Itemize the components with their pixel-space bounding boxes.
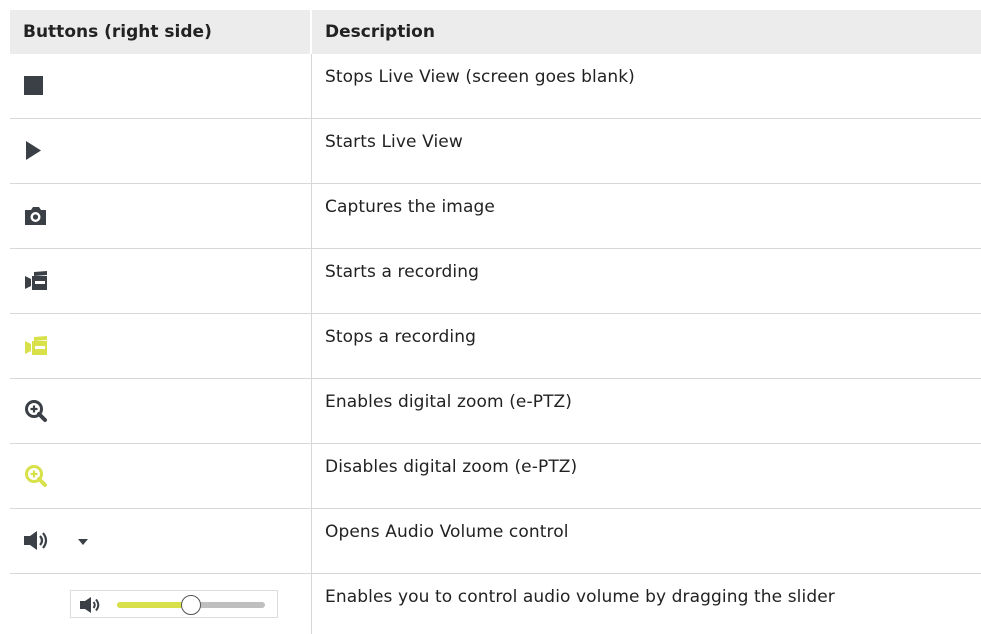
- slider-fill: [117, 602, 191, 608]
- table-row: Stops Live View (screen goes blank): [10, 54, 981, 119]
- row-description: Stops Live View (screen goes blank): [325, 67, 635, 87]
- volume-slider[interactable]: [70, 590, 278, 618]
- slider-knob[interactable]: [181, 595, 201, 615]
- zoom-in-active-icon[interactable]: [23, 463, 49, 489]
- table-row: Enables you to control audio volume by d…: [10, 574, 981, 634]
- table-header: Buttons (right side) Description: [10, 10, 981, 54]
- play-icon[interactable]: [23, 138, 45, 162]
- table-row: Captures the image: [10, 184, 981, 249]
- speaker-icon: [80, 597, 100, 613]
- table-row: Starts Live View: [10, 119, 981, 184]
- row-description: Enables you to control audio volume by d…: [325, 587, 835, 607]
- row-description: Enables digital zoom (e-PTZ): [325, 392, 573, 412]
- table-row: Opens Audio Volume control: [10, 509, 981, 574]
- stop-icon[interactable]: [23, 73, 45, 97]
- row-description: Stops a recording: [325, 327, 477, 347]
- row-description: Captures the image: [325, 197, 495, 217]
- video-record-icon[interactable]: [23, 268, 49, 292]
- table-row: Stops a recording: [10, 314, 981, 379]
- header-buttons: Buttons (right side): [10, 10, 312, 54]
- speaker-dropdown-icon[interactable]: [23, 528, 93, 552]
- table-row: Disables digital zoom (e-PTZ): [10, 444, 981, 509]
- table-row: Enables digital zoom (e-PTZ): [10, 379, 981, 444]
- table-row: Starts a recording: [10, 249, 981, 314]
- row-description: Starts Live View: [325, 132, 463, 152]
- header-description: Description: [325, 22, 435, 42]
- row-description: Starts a recording: [325, 262, 480, 282]
- zoom-in-icon[interactable]: [23, 398, 49, 424]
- button-description-table: Buttons (right side) Description Stops L…: [10, 10, 981, 634]
- video-record-active-icon[interactable]: [23, 333, 49, 357]
- row-description: Opens Audio Volume control: [325, 522, 569, 542]
- camera-icon[interactable]: [23, 203, 49, 227]
- row-description: Disables digital zoom (e-PTZ): [325, 457, 578, 477]
